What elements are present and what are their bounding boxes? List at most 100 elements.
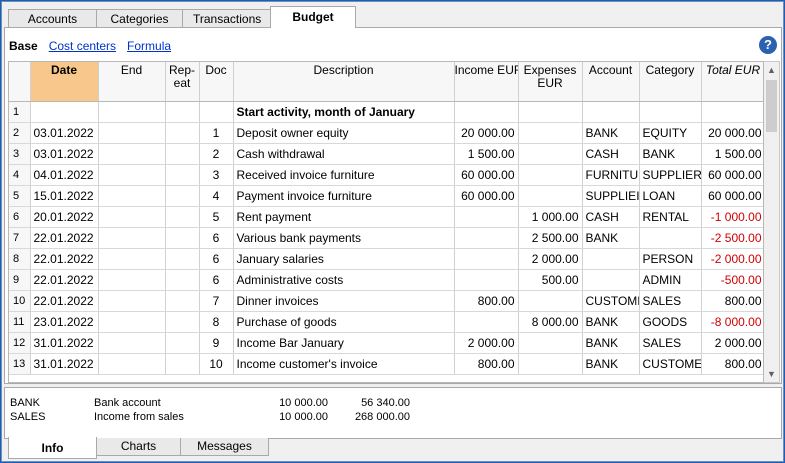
- cell-date[interactable]: 22.01.2022: [30, 290, 99, 312]
- cell-category[interactable]: PERSON: [639, 248, 702, 270]
- cell-repeat[interactable]: [165, 353, 200, 375]
- tab-messages[interactable]: Messages: [180, 438, 269, 456]
- cell-date[interactable]: 22.01.2022: [30, 248, 99, 270]
- cell-repeat[interactable]: [165, 143, 200, 165]
- view-formula[interactable]: Formula: [127, 39, 171, 55]
- cell-income[interactable]: 2 000.00: [454, 332, 519, 354]
- table-row[interactable]: 9 22.01.2022 6 Administrative costs 500.00 AD…: [9, 269, 763, 291]
- cell-description[interactable]: Start activity, month of January: [233, 101, 455, 123]
- col-header-expenses[interactable]: Expenses EUR: [518, 62, 583, 102]
- view-cost-centers[interactable]: Cost centers: [49, 39, 116, 55]
- cell-total[interactable]: -2 500.00: [701, 227, 763, 249]
- cell-expenses[interactable]: [518, 185, 583, 207]
- col-header-description[interactable]: Description: [233, 62, 455, 102]
- cell-end[interactable]: [98, 248, 166, 270]
- cell-expenses[interactable]: [518, 101, 583, 123]
- cell-account[interactable]: BANK: [582, 332, 640, 354]
- cell-description[interactable]: Deposit owner equity: [233, 122, 455, 144]
- table-row[interactable]: 7 22.01.2022 6 Various bank payments 2 500.0…: [9, 227, 763, 249]
- cell-expenses[interactable]: [518, 353, 583, 375]
- cell-date[interactable]: 04.01.2022: [30, 164, 99, 186]
- cell-income[interactable]: 800.00: [454, 290, 519, 312]
- scroll-thumb[interactable]: [766, 80, 777, 132]
- tab-info[interactable]: Info: [8, 437, 97, 459]
- cell-repeat[interactable]: [165, 269, 200, 291]
- table-row[interactable]: 6 20.01.2022 5 Rent payment 1 000.00 CASH RENT…: [9, 206, 763, 228]
- vertical-scrollbar[interactable]: ▲ ▼: [764, 61, 780, 383]
- cell-income[interactable]: [454, 248, 519, 270]
- cell-total[interactable]: -1 000.00: [701, 206, 763, 228]
- cell-doc[interactable]: 2: [199, 143, 234, 165]
- cell-account[interactable]: BANK: [582, 311, 640, 333]
- cell-date[interactable]: 15.01.2022: [30, 185, 99, 207]
- table-row[interactable]: 8 22.01.2022 6 January salaries 2 000.00 PERS…: [9, 248, 763, 270]
- cell-total[interactable]: 60 000.00: [701, 185, 763, 207]
- cell-doc[interactable]: 4: [199, 185, 234, 207]
- cell-repeat[interactable]: [165, 227, 200, 249]
- cell-end[interactable]: [98, 311, 166, 333]
- cell-category[interactable]: [639, 101, 702, 123]
- help-icon[interactable]: ?: [759, 36, 777, 54]
- cell-expenses[interactable]: [518, 164, 583, 186]
- cell-repeat[interactable]: [165, 101, 200, 123]
- cell-income[interactable]: 20 000.00: [454, 122, 519, 144]
- cell-repeat[interactable]: [165, 332, 200, 354]
- cell-date[interactable]: 20.01.2022: [30, 206, 99, 228]
- cell-account[interactable]: SUPPLIEI: [582, 185, 640, 207]
- cell-income[interactable]: 60 000.00: [454, 185, 519, 207]
- cell-description[interactable]: Cash withdrawal: [233, 143, 455, 165]
- cell-doc[interactable]: 8: [199, 311, 234, 333]
- cell-total[interactable]: 60 000.00: [701, 164, 763, 186]
- cell-category[interactable]: [639, 227, 702, 249]
- scroll-down-icon[interactable]: ▼: [764, 366, 779, 382]
- cell-category[interactable]: BANK: [639, 143, 702, 165]
- cell-income[interactable]: [454, 227, 519, 249]
- cell-description[interactable]: January salaries: [233, 248, 455, 270]
- cell-description[interactable]: Received invoice furniture: [233, 164, 455, 186]
- cell-total[interactable]: 2 000.00: [701, 332, 763, 354]
- table-row[interactable]: 2 03.01.2022 1 Deposit owner equity 20 000.0…: [9, 122, 763, 144]
- tab-transactions[interactable]: Transactions: [182, 9, 271, 28]
- cell-account[interactable]: [582, 269, 640, 291]
- col-header-total[interactable]: Total EUR: [701, 62, 763, 102]
- cell-category[interactable]: ADMIN: [639, 269, 702, 291]
- col-header-income[interactable]: Income EUR: [454, 62, 519, 102]
- cell-account[interactable]: FURNITU: [582, 164, 640, 186]
- cell-description[interactable]: Dinner invoices: [233, 290, 455, 312]
- cell-repeat[interactable]: [165, 290, 200, 312]
- cell-description[interactable]: Various bank payments: [233, 227, 455, 249]
- col-header-end[interactable]: End: [98, 62, 166, 102]
- cell-total[interactable]: -500.00: [701, 269, 763, 291]
- cell-doc[interactable]: 6: [199, 227, 234, 249]
- cell-doc[interactable]: 1: [199, 122, 234, 144]
- cell-end[interactable]: [98, 227, 166, 249]
- cell-income[interactable]: 60 000.00: [454, 164, 519, 186]
- cell-account[interactable]: CASH: [582, 206, 640, 228]
- col-header-doc[interactable]: Doc: [199, 62, 234, 102]
- col-header-category[interactable]: Category: [639, 62, 702, 102]
- cell-doc[interactable]: 10: [199, 353, 234, 375]
- cell-account[interactable]: BANK: [582, 353, 640, 375]
- cell-account[interactable]: [582, 248, 640, 270]
- cell-description[interactable]: Income Bar January: [233, 332, 455, 354]
- col-header-repeat[interactable]: Rep- eat: [165, 62, 200, 102]
- tab-budget[interactable]: Budget: [270, 6, 356, 28]
- cell-income[interactable]: [454, 311, 519, 333]
- table-row[interactable]: 10 22.01.2022 7 Dinner invoices 800.00 CUSTOM…: [9, 290, 763, 312]
- cell-expenses[interactable]: 2 000.00: [518, 248, 583, 270]
- cell-doc[interactable]: 7: [199, 290, 234, 312]
- cell-category[interactable]: SALES: [639, 290, 702, 312]
- cell-end[interactable]: [98, 206, 166, 228]
- col-header-date[interactable]: Date: [30, 62, 99, 102]
- cell-date[interactable]: [30, 101, 99, 123]
- cell-description[interactable]: Income customer's invoice: [233, 353, 455, 375]
- cell-expenses[interactable]: [518, 143, 583, 165]
- cell-date[interactable]: 03.01.2022: [30, 143, 99, 165]
- cell-date[interactable]: 23.01.2022: [30, 311, 99, 333]
- cell-repeat[interactable]: [165, 206, 200, 228]
- tab-charts[interactable]: Charts: [96, 438, 181, 456]
- table-row[interactable]: 3 03.01.2022 2 Cash withdrawal 1 500.00 CASH B…: [9, 143, 763, 165]
- cell-income[interactable]: 1 500.00: [454, 143, 519, 165]
- cell-total[interactable]: [701, 101, 763, 123]
- cell-category[interactable]: SUPPLIER: [639, 164, 702, 186]
